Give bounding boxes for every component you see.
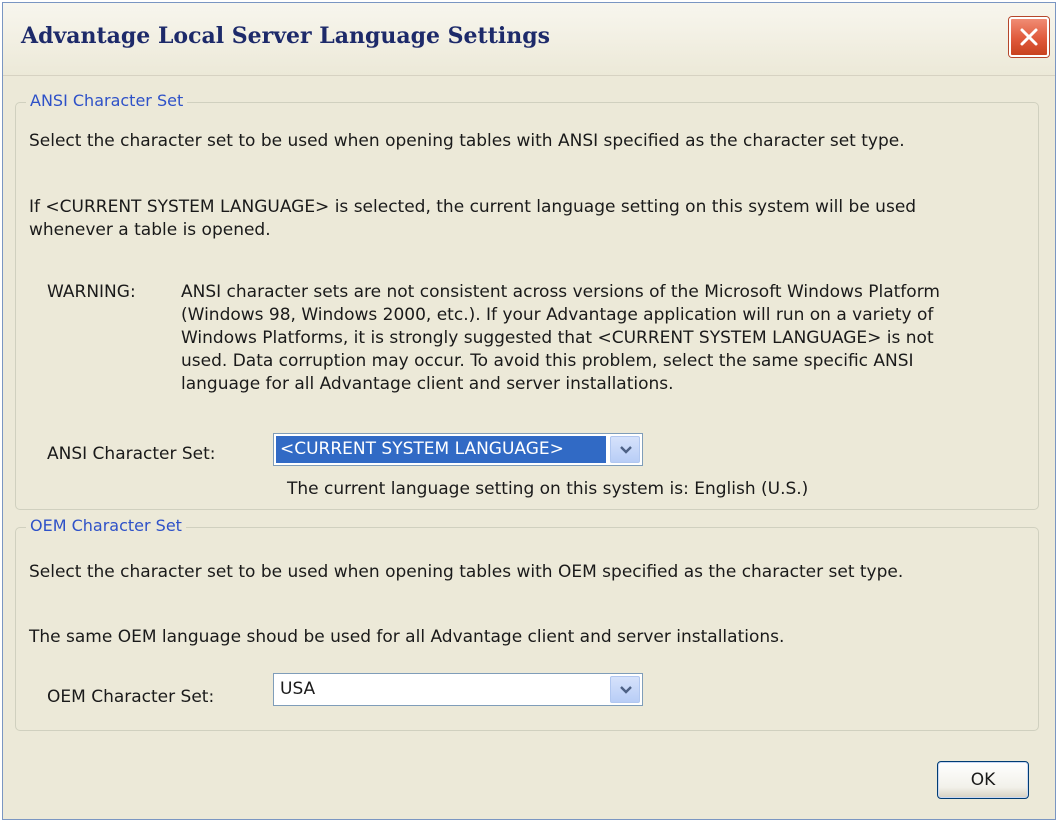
ansi-character-set-dropdown[interactable]: <CURRENT SYSTEM LANGUAGE> <box>273 433 643 466</box>
oem-note: The same OEM language shoud be used for … <box>29 627 785 647</box>
oem-field-label: OEM Character Set: <box>47 687 215 707</box>
ansi-field-label: ANSI Character Set: <box>47 444 216 464</box>
oem-selected-value: USA <box>280 679 316 699</box>
warning-line5: language for all Advantage client and se… <box>181 374 674 394</box>
chevron-down-icon <box>620 686 632 694</box>
ansi-selected-value: <CURRENT SYSTEM LANGUAGE> <box>276 436 606 463</box>
window-title: Advantage Local Server Language Settings <box>21 23 550 49</box>
warning-line4: used. Data corruption may occur. To avoi… <box>181 351 914 371</box>
current-setting-text: The current language setting on this sys… <box>287 479 809 499</box>
oem-character-set-dropdown[interactable]: USA <box>273 673 643 706</box>
ansi-dropdown-arrow[interactable] <box>610 436 640 463</box>
ansi-current-note-line2: whenever a table is opened. <box>29 220 271 240</box>
language-settings-dialog: Advantage Local Server Language Settings… <box>2 2 1056 820</box>
ansi-group-legend: ANSI Character Set <box>26 91 188 110</box>
ansi-description: Select the character set to be used when… <box>29 131 905 151</box>
ansi-current-note-line1: If <CURRENT SYSTEM LANGUAGE> is selected… <box>29 197 917 217</box>
oem-dropdown-arrow[interactable] <box>610 676 640 703</box>
close-icon <box>1020 28 1038 46</box>
warning-line3: Windows Platforms, it is strongly sugges… <box>181 328 934 348</box>
oem-group-legend: OEM Character Set <box>26 516 186 535</box>
oem-description: Select the character set to be used when… <box>29 562 904 582</box>
close-button[interactable] <box>1009 17 1049 57</box>
ok-button[interactable]: OK <box>937 761 1029 799</box>
chevron-down-icon <box>620 446 632 454</box>
warning-line2: (Windows 98, Windows 2000, etc.). If you… <box>181 305 934 325</box>
warning-line1: ANSI character sets are not consistent a… <box>181 282 940 302</box>
title-bar[interactable]: Advantage Local Server Language Settings <box>3 3 1055 76</box>
warning-label: WARNING: <box>47 282 136 302</box>
